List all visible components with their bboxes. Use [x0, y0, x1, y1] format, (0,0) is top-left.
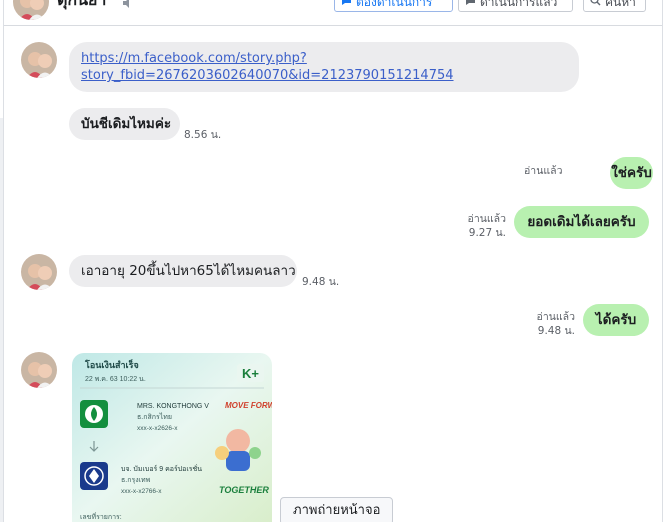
read-status-label: อ่านแล้ว	[536, 311, 575, 323]
receipt-title: โอนเงินสำเร็จ	[84, 358, 139, 370]
left-panel-edge	[0, 118, 3, 522]
kplus-logo: K+	[242, 366, 259, 381]
promo-text-top: MOVE FORWARD	[225, 401, 272, 410]
read-status-label: อ่านแล้ว	[467, 213, 506, 225]
message-time: 8.56 น.	[184, 129, 222, 141]
message-time: 9.48 น.	[302, 276, 340, 288]
read-status: อ่านแล้ว 9.27 น.	[456, 212, 506, 240]
chat-window: ตุ๊กนิ่ยา ต้องดำเนินการ ดำเนินการแล้ว ค้…	[3, 0, 663, 522]
follow-up-label: ต้องดำเนินการ	[356, 0, 433, 9]
message-text: ใช่ครับ	[611, 165, 652, 181]
message-bubble-outgoing[interactable]: ยอดเดิมได้เลยครับ	[514, 206, 649, 238]
comment-icon	[465, 0, 476, 9]
message-bubble-outgoing[interactable]: ใช่ครับ	[610, 157, 653, 189]
message-time: 9.48 น.	[537, 325, 575, 337]
sender-account-number: xxx-x-x2626-x	[137, 425, 178, 432]
conversation-header: ตุ๊กนิ่ยา ต้องดำเนินการ ดำเนินการแล้ว ค้…	[4, 0, 662, 26]
message-text: เอาอายุ 20ขึ้นไปหา65ได้ไหมคนลาว	[81, 263, 296, 279]
search-icon	[590, 0, 601, 9]
mark-done-label: ดำเนินการแล้ว	[480, 0, 558, 9]
message-text: บันชีเดิมไหมค่ะ	[81, 116, 172, 132]
recipient-account-name: บจ. บัมเบอร์ 9 คอร์ปอเรชั่น	[121, 464, 202, 473]
search-button[interactable]: ค้นหา	[583, 0, 646, 12]
mark-done-button[interactable]: ดำเนินการแล้ว	[458, 0, 573, 12]
comment-icon	[341, 0, 352, 9]
message-bubble[interactable]: เอาอายุ 20ขึ้นไปหา65ได้ไหมคนลาว	[69, 255, 297, 287]
follow-up-button[interactable]: ต้องดำเนินการ	[334, 0, 453, 12]
sender-account-name: MRS. KONGTHONG V	[137, 403, 209, 410]
sender-avatar[interactable]	[21, 254, 57, 290]
story-link-line2[interactable]: story_fbid=2676203602640070&id=212379015…	[81, 67, 454, 84]
recipient-account-number: xxx-x-x2766-x	[121, 488, 162, 495]
contact-avatar[interactable]	[13, 0, 49, 20]
transaction-id-label: เลขที่รายการ:	[80, 512, 122, 521]
receipt-date: 22 พ.ค. 63 10:22 น.	[85, 376, 146, 383]
message-time: 9.27 น.	[468, 227, 506, 239]
image-caption-label: ภาพถ่ายหน้าจอ	[293, 503, 381, 518]
receipt-graphic: โอนเงินสำเร็จ 22 พ.ค. 63 10:22 น. K+ MRS…	[72, 353, 272, 522]
sender-bank: ธ.กสิกรไทย	[137, 412, 172, 421]
transfer-receipt-image[interactable]: โอนเงินสำเร็จ 22 พ.ค. 63 10:22 น. K+ MRS…	[72, 353, 272, 522]
mute-icon[interactable]	[122, 0, 134, 8]
search-label: ค้นหา	[605, 0, 636, 9]
contact-name[interactable]: ตุ๊กนิ่ยา	[57, 0, 106, 13]
message-bubble-outgoing[interactable]: ได้ครับ	[583, 304, 649, 336]
read-status: อ่านแล้ว 9.48 น.	[525, 310, 575, 338]
story-link-line1[interactable]: https://m.facebook.com/story.php?	[81, 50, 454, 67]
message-text: ยอดเดิมได้เลยครับ	[527, 214, 636, 230]
sender-avatar[interactable]	[21, 42, 57, 78]
message-bubble-link[interactable]: https://m.facebook.com/story.php? story_…	[69, 42, 579, 92]
read-status: อ่านแล้ว	[524, 165, 563, 177]
sender-avatar[interactable]	[21, 352, 57, 388]
promo-text-bottom: TOGETHER	[219, 485, 269, 495]
message-text: ได้ครับ	[595, 312, 637, 328]
image-caption-button[interactable]: ภาพถ่ายหน้าจอ	[280, 497, 394, 522]
recipient-bank: ธ.กรุงเทพ	[121, 477, 151, 484]
message-bubble[interactable]: บันชีเดิมไหมค่ะ	[69, 108, 180, 140]
